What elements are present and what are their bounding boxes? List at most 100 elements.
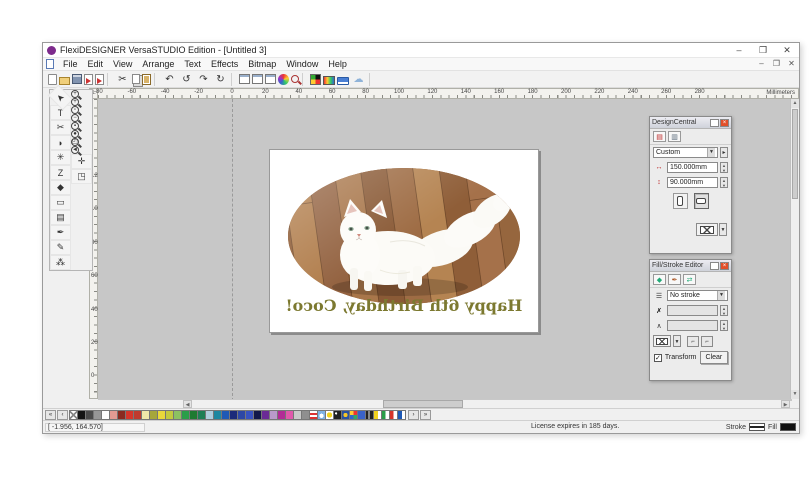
- page-preset-select[interactable]: Custom ▼: [653, 147, 718, 158]
- stroke-color-swatch[interactable]: [749, 423, 765, 431]
- design-page[interactable]: Happy 6th Birthday, Coco!: [269, 149, 539, 333]
- rip-preview-icon[interactable]: [323, 76, 335, 85]
- swatch-seg-blue[interactable]: [397, 410, 406, 420]
- menu-bitmap[interactable]: Bitmap: [243, 58, 281, 71]
- design-editor-icon[interactable]: [265, 74, 276, 84]
- vertical-scrollbar[interactable]: ▲ ▼: [790, 99, 799, 399]
- copy-icon[interactable]: [132, 74, 140, 84]
- arc-tool-icon[interactable]: ◗: [50, 135, 71, 150]
- maximize-button[interactable]: ❒: [751, 43, 775, 57]
- minimize-button[interactable]: –: [727, 43, 751, 57]
- vertical-scroll-thumb[interactable]: [792, 109, 798, 199]
- multi-undo-icon[interactable]: ↺: [179, 72, 194, 87]
- preset-more-button[interactable]: ▸: [720, 147, 728, 158]
- height-spinner[interactable]: ▲▼: [720, 177, 728, 188]
- page-width-field[interactable]: 150.000mm: [667, 162, 718, 173]
- miter-spinner[interactable]: ▲▼: [720, 320, 728, 331]
- document-tab-icon[interactable]: ▤: [653, 131, 666, 142]
- palette-first-button[interactable]: «: [45, 410, 56, 420]
- margins-tab-icon[interactable]: ▥: [668, 131, 681, 142]
- pan-tool-icon[interactable]: ✛: [71, 154, 92, 169]
- palette-next-button[interactable]: ›: [408, 410, 419, 420]
- menu-file[interactable]: File: [58, 58, 83, 71]
- redo-icon[interactable]: ↷: [196, 72, 211, 87]
- panel-close-icon[interactable]: ×: [720, 119, 729, 127]
- panel-minimize-icon[interactable]: [710, 119, 719, 127]
- horizontal-scrollbar[interactable]: ◀ ▶: [98, 399, 790, 408]
- point-edit-tool-icon[interactable]: ✳: [50, 150, 71, 165]
- cap-style-button-2[interactable]: ⌐: [701, 336, 713, 347]
- panel-close-icon[interactable]: ×: [720, 262, 729, 270]
- new-document-icon[interactable]: [48, 74, 57, 85]
- transform-checkbox[interactable]: ✓: [654, 354, 662, 362]
- fill-stroke-title-bar[interactable]: Fill/Stroke Editor ×: [650, 260, 731, 272]
- color-mixer-icon[interactable]: [278, 74, 289, 85]
- multi-redo-icon[interactable]: ↻: [213, 72, 228, 87]
- menu-window[interactable]: Window: [281, 58, 323, 71]
- mdi-minimize-button[interactable]: –: [754, 58, 769, 70]
- stroke-dropdown-icon[interactable]: ▼: [673, 335, 681, 347]
- zoom-page-tool-icon[interactable]: ▫: [71, 106, 79, 114]
- menu-help[interactable]: Help: [323, 58, 352, 71]
- mdi-restore-button[interactable]: ❐: [769, 58, 784, 70]
- fill-tab-icon[interactable]: ◆: [653, 274, 666, 285]
- miter-field[interactable]: [667, 320, 718, 331]
- measure-tool-icon[interactable]: ▤: [50, 210, 71, 225]
- eyedropper-tool-icon[interactable]: ✒: [50, 225, 71, 240]
- panel-minimize-icon[interactable]: [710, 262, 719, 270]
- design-central-icon[interactable]: [239, 74, 250, 84]
- open-icon[interactable]: [59, 77, 70, 85]
- find-preview-icon[interactable]: [291, 75, 299, 83]
- fill-color-swatch[interactable]: [780, 423, 796, 431]
- menu-arrange[interactable]: Arrange: [137, 58, 179, 71]
- zoom-area-tool-icon[interactable]: ◰: [71, 138, 79, 146]
- rectangle-tool-icon[interactable]: ▭: [50, 195, 71, 210]
- scroll-left-arrow[interactable]: ◀: [183, 400, 192, 408]
- scroll-up-arrow[interactable]: ▲: [791, 99, 799, 108]
- stroke-envelope-button[interactable]: [653, 335, 671, 347]
- clear-button[interactable]: Clear: [700, 351, 729, 364]
- menu-effects[interactable]: Effects: [206, 58, 243, 71]
- weld-tool-icon[interactable]: ✂: [50, 120, 71, 135]
- fill-stroke-editor-icon[interactable]: [252, 74, 263, 84]
- stroke-width-spinner[interactable]: ▲▼: [720, 305, 728, 316]
- greeting-text[interactable]: Happy 6th Birthday, Coco!: [270, 296, 538, 315]
- import-icon[interactable]: [84, 74, 93, 85]
- save-icon[interactable]: [72, 74, 82, 84]
- close-button[interactable]: ✕: [775, 43, 799, 57]
- crop-tool-icon[interactable]: ◳: [71, 169, 92, 184]
- apply-dropdown-icon[interactable]: ▼: [719, 223, 727, 236]
- cut-icon[interactable]: ✂: [115, 72, 130, 87]
- portrait-button[interactable]: [673, 193, 688, 209]
- document-icon[interactable]: [46, 59, 54, 69]
- stroke-width-field[interactable]: [667, 305, 718, 316]
- width-spinner[interactable]: ▲▼: [720, 162, 728, 173]
- cloud-icon[interactable]: ☁: [351, 72, 366, 87]
- zoom-in-tool-icon[interactable]: +: [71, 90, 79, 98]
- design-central-title-bar[interactable]: DesignCentral ×: [650, 117, 731, 129]
- mdi-close-button[interactable]: ✕: [784, 58, 799, 70]
- stroke-tab-icon[interactable]: ✒: [668, 274, 681, 285]
- scroll-down-arrow[interactable]: ▼: [791, 390, 799, 399]
- print-icon[interactable]: [337, 77, 349, 85]
- menu-text[interactable]: Text: [179, 58, 206, 71]
- page-height-field[interactable]: 90.000mm: [667, 177, 718, 188]
- palette-prev-button[interactable]: ‹: [57, 410, 68, 420]
- zoom-plus-tool-icon[interactable]: +: [71, 98, 79, 106]
- horizontal-ruler[interactable]: Millimeters -80-60-40-200204060801001201…: [98, 88, 799, 99]
- cap-style-button-1[interactable]: ⌐: [687, 336, 699, 347]
- zoom-previous-tool-icon[interactable]: ◄: [71, 146, 79, 154]
- chevron-down-icon[interactable]: ▼: [717, 291, 725, 300]
- menu-edit[interactable]: Edit: [83, 58, 109, 71]
- landscape-button[interactable]: [694, 193, 709, 209]
- zoom-color-tool-icon[interactable]: ●: [71, 130, 79, 138]
- menu-view[interactable]: View: [108, 58, 137, 71]
- chevron-down-icon[interactable]: ▼: [707, 148, 715, 157]
- stroke-type-select[interactable]: No stroke ▼: [667, 290, 728, 301]
- palette-last-button[interactable]: »: [420, 410, 431, 420]
- gradient-tab-icon[interactable]: ⇄: [683, 274, 696, 285]
- brush-tool-icon[interactable]: ✎: [50, 240, 71, 255]
- horizontal-scroll-thumb[interactable]: [383, 400, 463, 408]
- zigzag-tool-icon[interactable]: Z: [50, 165, 71, 180]
- apply-envelope-button[interactable]: [696, 223, 718, 236]
